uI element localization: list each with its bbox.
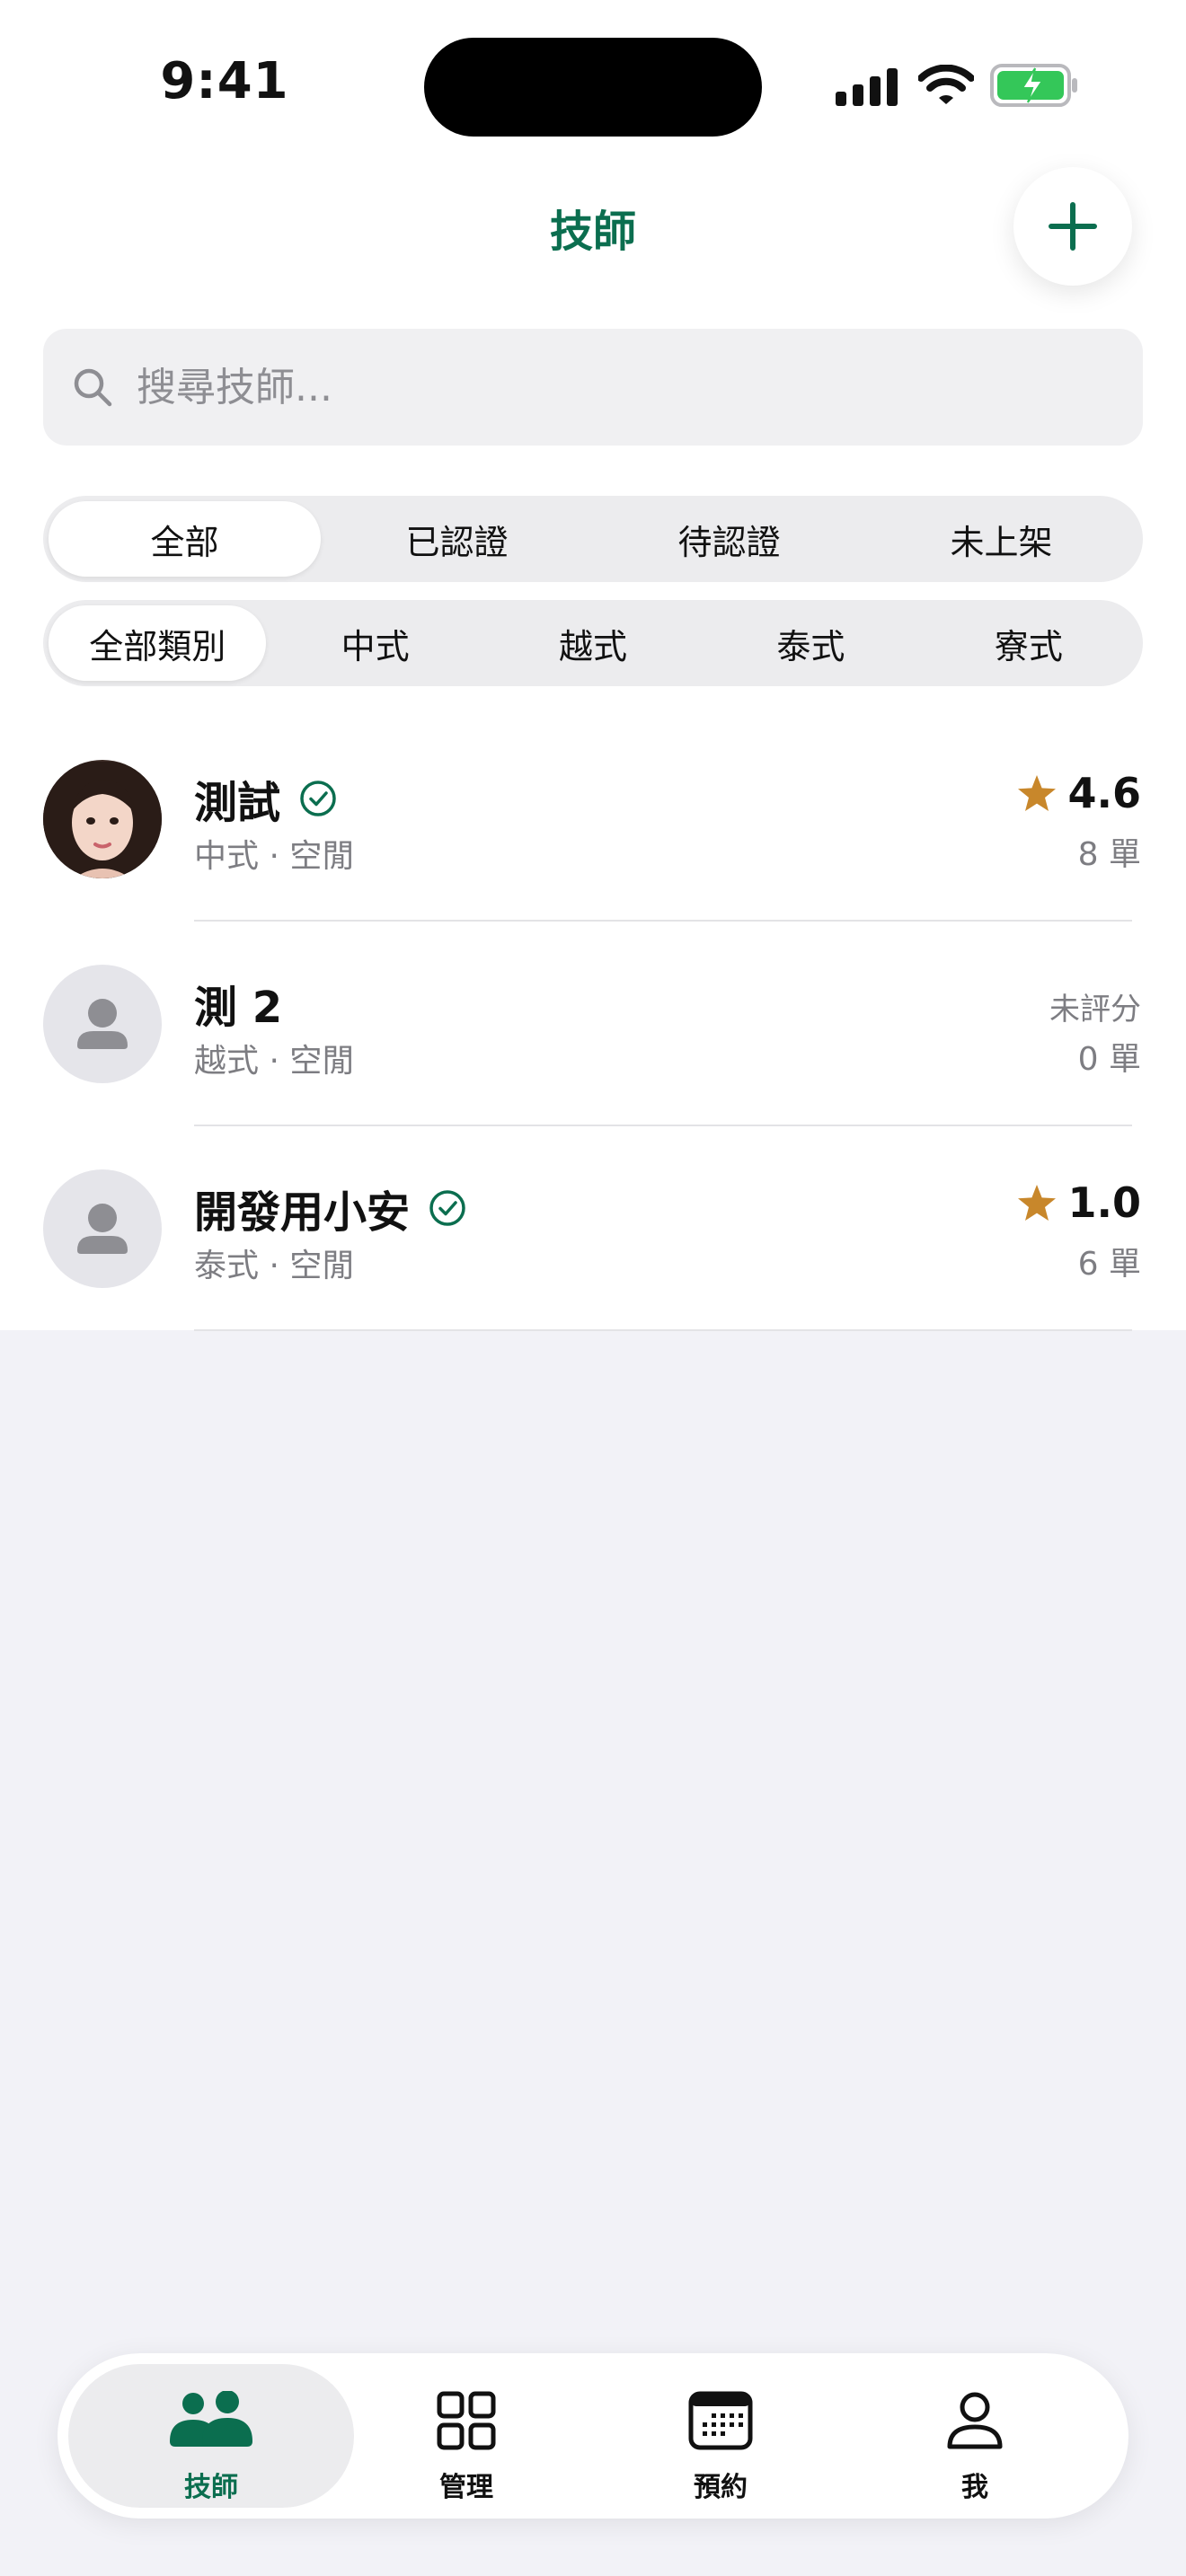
technician-row[interactable]: 測 2 越式 · 空閒 未評分 0 單: [0, 922, 1186, 1126]
category-thai[interactable]: 泰式: [702, 605, 919, 681]
cellular-signal-icon: [836, 68, 898, 106]
category-chinese[interactable]: 中式: [266, 605, 483, 681]
star-icon: [1017, 1185, 1056, 1221]
battery-charging-icon: [990, 64, 1077, 107]
filter-all[interactable]: 全部: [49, 501, 321, 577]
star-icon: [1017, 775, 1056, 811]
filter-verified[interactable]: 已認證: [321, 501, 593, 577]
app-root: 9:41 技師 搜尋技師... 全部 已認證 待認證 未上架 全部類別 中式 越…: [0, 0, 1186, 2576]
category-lao[interactable]: 寮式: [920, 605, 1137, 681]
portrait-photo-icon: [43, 760, 162, 878]
people-icon: [170, 2391, 252, 2447]
order-count: 0 單: [1077, 1041, 1141, 1078]
tab-label: 技師: [184, 2472, 238, 2503]
filter-unlisted[interactable]: 未上架: [865, 501, 1137, 577]
no-rating-label: 未評分: [1049, 992, 1141, 1028]
status-time: 9:41: [160, 52, 289, 110]
verified-check-icon: [429, 1190, 465, 1226]
category-filter: 全部類別 中式 越式 泰式 寮式: [43, 600, 1143, 686]
add-technician-button[interactable]: [1013, 167, 1132, 286]
technician-name-line: 開發用小安: [194, 1177, 467, 1239]
avatar-photo: [43, 760, 162, 878]
page-title: 技師: [549, 207, 636, 257]
technician-meta: 越式 · 空閒: [194, 1043, 355, 1080]
rating: 4.6: [1016, 769, 1142, 817]
verified-check-icon: [300, 781, 336, 816]
technician-meta: 泰式 · 空閒: [194, 1248, 355, 1284]
search-input[interactable]: [137, 350, 1107, 424]
grid-icon: [437, 2391, 496, 2450]
technician-name: 測 2: [194, 983, 283, 1033]
order-count: 6 單: [1077, 1246, 1141, 1283]
status-icons: [836, 61, 1087, 111]
tab-bar: 技師 管理 預約 我: [58, 2353, 1128, 2519]
tab-technicians[interactable]: 技師: [68, 2364, 354, 2508]
technician-row[interactable]: 開發用小安 泰式 · 空閒 1.0 6 單: [0, 1126, 1186, 1331]
person-icon: [947, 2392, 1003, 2449]
technician-meta: 中式 · 空閒: [194, 838, 355, 875]
technician-name-line: 測 2: [194, 972, 282, 1035]
category-vietnamese[interactable]: 越式: [484, 605, 702, 681]
plus-icon: [1049, 202, 1097, 251]
tab-bookings[interactable]: 預約: [578, 2364, 863, 2508]
calendar-icon: [688, 2391, 753, 2450]
rating-value: 4.6: [1067, 769, 1142, 817]
search-icon: [74, 368, 112, 407]
status-filter: 全部 已認證 待認證 未上架: [43, 496, 1143, 582]
order-count: 8 單: [1077, 836, 1141, 873]
search-bar[interactable]: [43, 329, 1143, 446]
filter-pending[interactable]: 待認證: [593, 501, 865, 577]
tab-label: 管理: [439, 2472, 493, 2503]
row-divider: [194, 1329, 1132, 1331]
avatar-placeholder: [43, 1169, 162, 1288]
wifi-icon: [918, 65, 974, 104]
technician-list: 測試 中式 · 空閒 4.6 8 單 測 2 越式 · 空閒 未評分 0 單 開…: [0, 717, 1186, 1331]
rating: 1.0: [1016, 1178, 1142, 1227]
status-bar: 9:41: [0, 0, 1186, 153]
avatar-placeholder: [43, 965, 162, 1083]
category-all[interactable]: 全部類別: [49, 605, 267, 681]
tab-me[interactable]: 我: [832, 2364, 1118, 2508]
tab-manage[interactable]: 管理: [323, 2364, 609, 2508]
technician-row[interactable]: 測試 中式 · 空閒 4.6 8 單: [0, 717, 1186, 922]
person-icon: [77, 999, 128, 1049]
tab-label: 我: [961, 2472, 988, 2503]
person-icon: [77, 1204, 128, 1254]
technician-name-line: 測試: [194, 767, 338, 830]
rating-value: 1.0: [1067, 1178, 1142, 1227]
technician-name: 開發用小安: [194, 1187, 411, 1238]
technician-name: 測試: [194, 778, 281, 828]
dynamic-island: [424, 38, 762, 137]
tab-label: 預約: [694, 2472, 748, 2503]
